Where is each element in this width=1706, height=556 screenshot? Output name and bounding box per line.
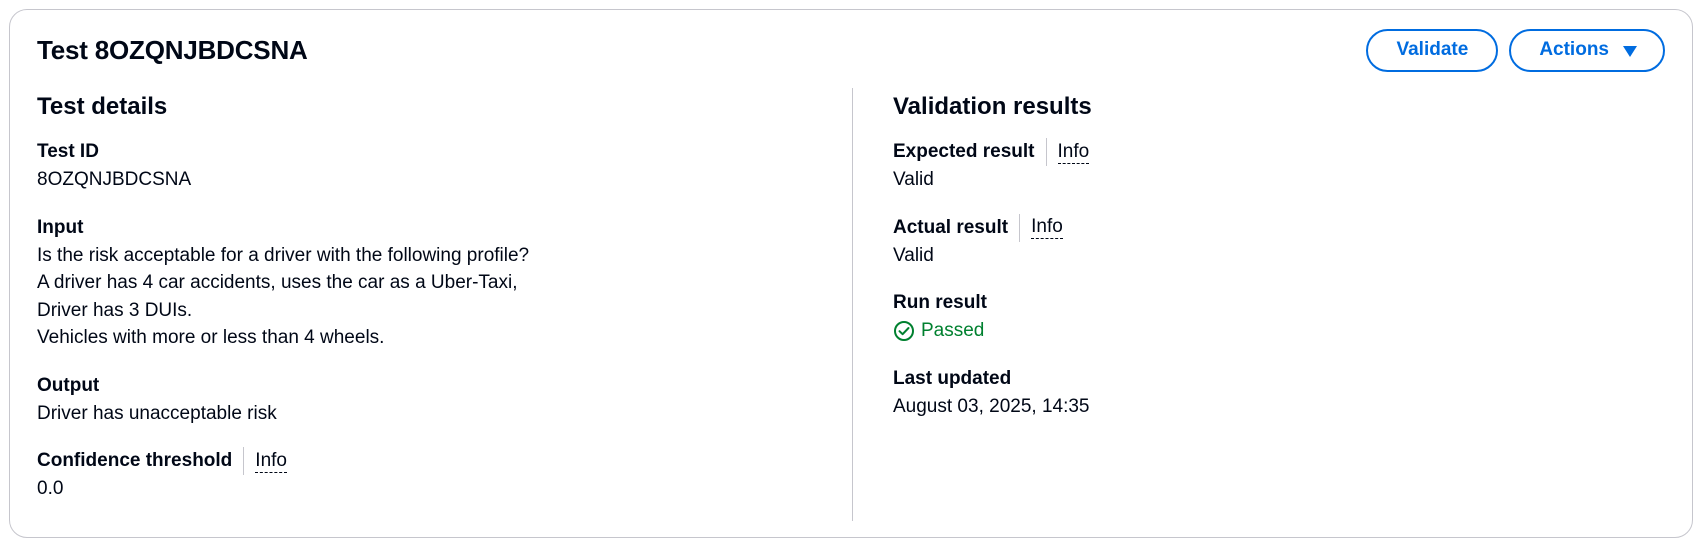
test-details-column: Test details Test ID 8OZQNJBDCSNA Input … bbox=[37, 90, 837, 523]
last-updated-label: Last updated bbox=[893, 368, 1012, 389]
confidence-info-link[interactable]: Info bbox=[255, 450, 287, 473]
validation-results-column: Validation results Expected result Info … bbox=[893, 90, 1653, 441]
actual-result-field: Actual result Info Valid bbox=[893, 213, 1653, 270]
run-result-label: Run result bbox=[893, 292, 987, 313]
expected-result-field: Expected result Info Valid bbox=[893, 138, 1653, 194]
validation-results-heading: Validation results bbox=[893, 93, 1092, 120]
actual-result-value: Valid bbox=[893, 244, 934, 266]
label-divider bbox=[1019, 213, 1021, 242]
input-label: Input bbox=[37, 216, 84, 238]
expected-result-info-link[interactable]: Info bbox=[1057, 141, 1090, 164]
confidence-threshold-value: 0.0 bbox=[37, 478, 64, 499]
input-line: Is the risk acceptable for a driver with… bbox=[37, 244, 530, 266]
confidence-threshold-field: Confidence threshold Info 0.0 bbox=[37, 447, 837, 503]
header-actions: Validate Actions bbox=[1366, 28, 1665, 72]
test-id-label: Test ID bbox=[37, 141, 99, 162]
caret-down-icon bbox=[1623, 45, 1637, 57]
label-divider bbox=[1045, 138, 1047, 166]
input-field: Input Is the risk acceptable for a drive… bbox=[37, 214, 837, 352]
test-id-field: Test ID 8OZQNJBDCSNA bbox=[37, 138, 837, 194]
expected-result-value: Valid bbox=[893, 169, 934, 190]
actual-result-info-link[interactable]: Info bbox=[1031, 216, 1063, 239]
input-line: Vehicles with more or less than 4 wheels… bbox=[37, 327, 385, 348]
last-updated-field: Last updated August 03, 2025, 14:35 bbox=[893, 365, 1653, 421]
test-id-value: 8OZQNJBDCSNA bbox=[37, 169, 192, 190]
expected-result-label: Expected result bbox=[893, 141, 1035, 162]
input-line: Driver has 3 DUIs. bbox=[37, 299, 193, 321]
column-divider bbox=[852, 88, 853, 521]
actions-dropdown-button[interactable]: Actions bbox=[1509, 28, 1665, 72]
actions-button-label: Actions bbox=[1539, 39, 1609, 60]
page-title: Test 8OZQNJBDCSNA bbox=[37, 34, 308, 65]
output-field: Output Driver has unacceptable risk bbox=[37, 372, 837, 428]
input-line: A driver has 4 car accidents, uses the c… bbox=[37, 272, 518, 293]
actual-result-label: Actual result bbox=[893, 216, 1009, 238]
validate-button[interactable]: Validate bbox=[1366, 28, 1499, 72]
check-circle-icon bbox=[894, 321, 914, 341]
container-header: Test 8OZQNJBDCSNA Validate Actions bbox=[37, 28, 1665, 72]
test-details-heading: Test details bbox=[37, 93, 168, 120]
run-result-field: Run result Passed bbox=[893, 289, 1653, 345]
test-detail-container: Test 8OZQNJBDCSNA Validate Actions Test … bbox=[9, 9, 1693, 538]
output-value: Driver has unacceptable risk bbox=[37, 402, 277, 424]
confidence-threshold-label: Confidence threshold bbox=[37, 450, 233, 471]
run-result-value: Passed bbox=[921, 320, 985, 341]
last-updated-value: August 03, 2025, 14:35 bbox=[893, 396, 1090, 417]
output-label: Output bbox=[37, 374, 100, 396]
label-divider bbox=[243, 447, 245, 475]
run-result-status: Passed bbox=[893, 317, 1653, 345]
validate-button-label: Validate bbox=[1396, 39, 1469, 60]
